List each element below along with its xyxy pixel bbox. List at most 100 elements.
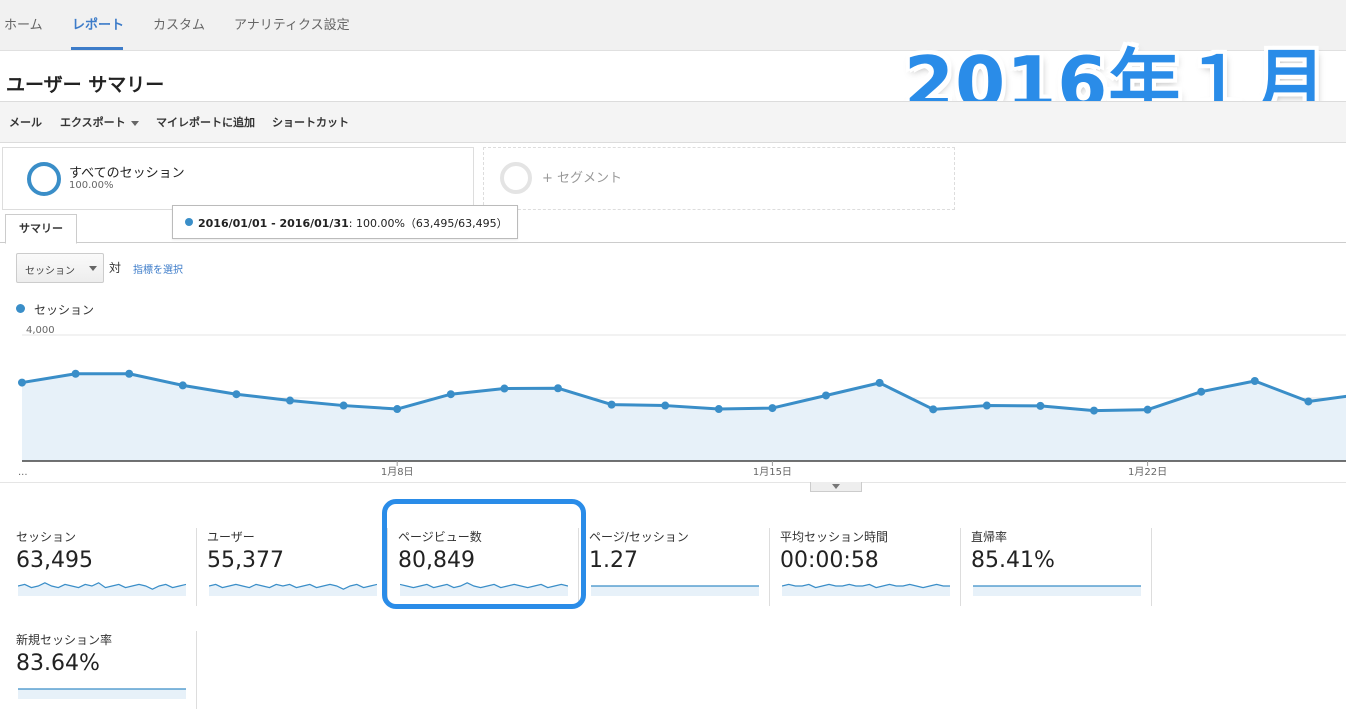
- segment-ring-icon: [27, 162, 61, 196]
- pageviews-highlight-frame: [382, 499, 586, 609]
- tab-baseline: [0, 242, 1346, 243]
- sparkline-fill: [973, 586, 1141, 596]
- metric-name: ユーザー: [207, 530, 255, 544]
- tab-reports[interactable]: レポート: [72, 14, 124, 33]
- data-point: [1304, 397, 1313, 406]
- tooltip-text: 2016/01/01 - 2016/01/31: 100.00%（63,495/…: [198, 215, 508, 231]
- add-segment-label: + セグメント: [542, 171, 623, 186]
- report-toolbar: メール エクスポート マイレポートに追加 ショートカット: [0, 101, 1346, 143]
- metric-value: 83.64%: [16, 651, 100, 676]
- metric-separator: [1151, 528, 1152, 606]
- data-point: [661, 401, 670, 410]
- date-range-tooltip: 2016/01/01 - 2016/01/31: 100.00%（63,495/…: [172, 205, 518, 239]
- tab-home[interactable]: ホーム: [4, 14, 43, 33]
- metric-value: 1.27: [589, 548, 638, 573]
- area-fill: [22, 373, 1346, 461]
- metric-name: 新規セッション率: [16, 633, 113, 647]
- data-point: [125, 369, 134, 378]
- metric-tile[interactable]: 新規セッション率 83.64%: [16, 631, 194, 707]
- metric-separator: [960, 528, 961, 606]
- metric-sparkline: [18, 582, 186, 596]
- chart-legend-label: セッション: [34, 303, 95, 317]
- segment-all-sessions[interactable]: すべてのセッション 100.00%: [2, 147, 474, 210]
- tab-analytics-settings[interactable]: アナリティクス設定: [234, 14, 350, 33]
- metric-separator: [769, 528, 770, 606]
- vs-label: 対: [109, 261, 122, 275]
- metric-name: ページ/セッション: [589, 530, 689, 544]
- chevron-down-icon: [832, 484, 840, 489]
- data-point: [1036, 401, 1045, 410]
- metric-value: 63,495: [16, 548, 93, 573]
- data-point: [71, 369, 80, 378]
- data-point: [1250, 376, 1259, 385]
- x-tick-label: 1月15日: [753, 466, 792, 478]
- x-tick-label: 1月22日: [1128, 466, 1167, 478]
- sparkline-fill: [591, 586, 759, 596]
- add-segment-button[interactable]: + セグメント: [483, 147, 955, 210]
- metric-value: 00:00:58: [780, 548, 879, 573]
- x-tick-label: ...: [18, 467, 28, 478]
- chart-divider: [0, 482, 1346, 483]
- metric-sparkline: [18, 688, 186, 699]
- metric-name: 平均セッション時間: [780, 530, 889, 544]
- page-title: ユーザー サマリー: [6, 74, 165, 96]
- y-tick-label: 4,000: [26, 325, 55, 336]
- metric-select-label: セッション: [25, 266, 75, 277]
- add-to-dashboard-button[interactable]: マイレポートに追加: [156, 114, 255, 130]
- data-point: [178, 381, 187, 390]
- legend-dot-icon: [16, 304, 25, 313]
- tooltip-value: : 100.00%（63,495/63,495）: [348, 217, 508, 230]
- metric-sparkline: [591, 585, 759, 596]
- metric-value: 85.41%: [971, 548, 1055, 573]
- collapse-chart-handle[interactable]: [810, 482, 862, 492]
- metric-tile[interactable]: ページ/セッション 1.27: [589, 528, 767, 604]
- sessions-chart: 4,0002,000...1月8日1月15日1月22日: [18, 325, 1346, 478]
- data-point: [875, 378, 884, 387]
- data-point: [286, 396, 294, 405]
- series-dot-icon: [185, 218, 193, 226]
- tab-summary[interactable]: サマリー: [5, 214, 77, 244]
- data-point: [768, 404, 777, 413]
- metric-sparkline: [209, 583, 377, 596]
- metric-sparkline: [782, 583, 950, 596]
- data-point: [446, 390, 455, 399]
- data-point: [18, 378, 26, 387]
- metric-tile[interactable]: セッション 63,495: [16, 528, 194, 604]
- choose-metric-link[interactable]: 指標を選択: [133, 261, 183, 276]
- metric-name: セッション: [16, 530, 77, 544]
- data-point: [929, 405, 938, 414]
- export-button[interactable]: エクスポート: [60, 114, 139, 130]
- metric-tile[interactable]: 直帰率 85.41%: [971, 528, 1149, 604]
- metric-name: 直帰率: [971, 530, 1008, 544]
- data-point: [393, 405, 402, 414]
- data-point: [554, 384, 562, 393]
- tab-customization[interactable]: カスタム: [153, 14, 205, 33]
- data-point: [1090, 406, 1098, 415]
- data-point: [822, 391, 830, 400]
- segment-percent: 100.00%: [69, 180, 114, 191]
- active-tab-indicator: [71, 47, 123, 50]
- metric-tile[interactable]: ユーザー 55,377: [207, 528, 385, 604]
- metric-separator: [196, 528, 197, 606]
- data-point: [232, 390, 241, 399]
- metric-value: 55,377: [207, 548, 284, 573]
- metric-separator: [196, 631, 197, 709]
- data-point: [607, 400, 616, 409]
- export-label: エクスポート: [60, 116, 126, 129]
- segment-name: すべてのセッション: [69, 166, 185, 181]
- data-point: [339, 401, 348, 410]
- sparkline-fill: [782, 584, 950, 596]
- chevron-down-icon: [130, 120, 139, 126]
- data-point: [500, 384, 509, 393]
- shortcut-button[interactable]: ショートカット: [272, 114, 349, 130]
- data-point: [1197, 387, 1206, 396]
- tooltip-date-range: 2016/01/01 - 2016/01/31: [198, 217, 349, 230]
- data-point: [982, 401, 991, 410]
- segment-placeholder-icon: [500, 162, 532, 194]
- data-point: [1143, 405, 1152, 414]
- email-button[interactable]: メール: [9, 114, 42, 130]
- chevron-down-icon: [89, 266, 97, 271]
- metric-select[interactable]: セッション: [16, 253, 104, 283]
- sparkline-fill: [18, 689, 186, 699]
- metric-tile[interactable]: 平均セッション時間 00:00:58: [780, 528, 958, 604]
